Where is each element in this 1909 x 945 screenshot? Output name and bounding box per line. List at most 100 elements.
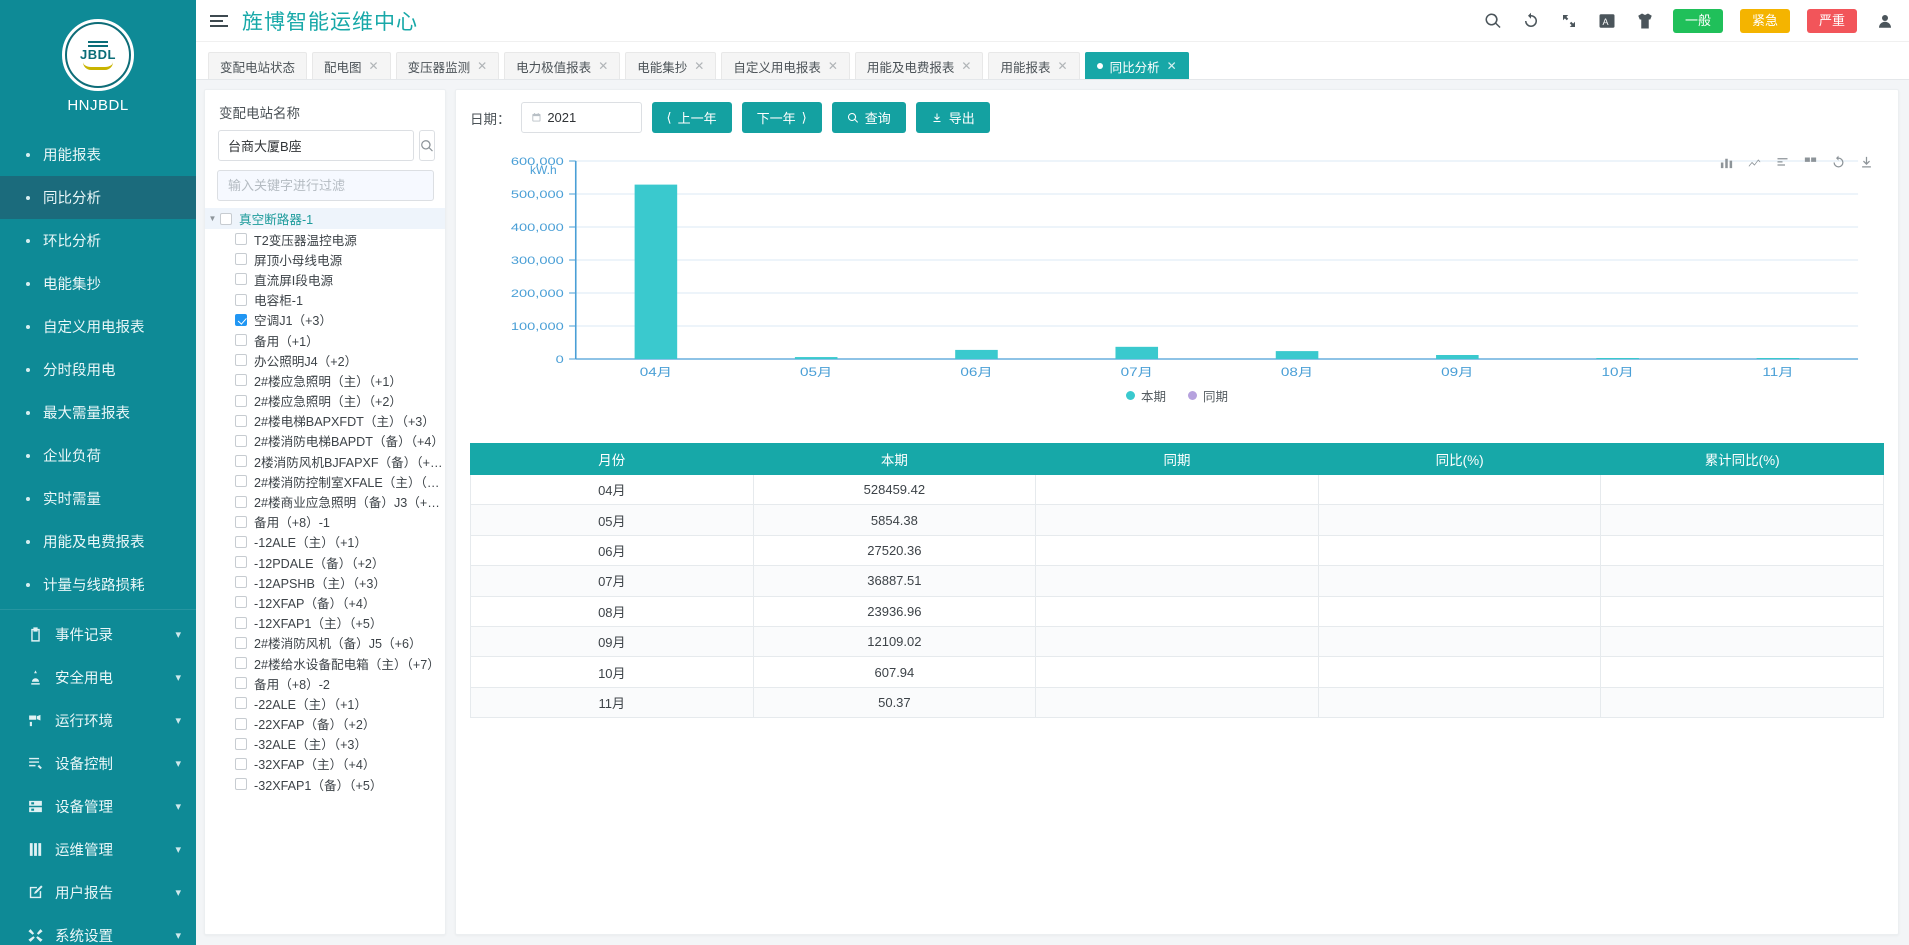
tree-node-8[interactable]: 2#楼应急照明（主）（+2）	[205, 391, 445, 411]
prev-year-button[interactable]: ⟨ 上一年	[652, 102, 732, 133]
close-icon[interactable]: ✕	[961, 59, 971, 73]
tree-list[interactable]: ▼真空断路器-1T2变压器温控电源屏顶小母线电源直流屏I段电源电容柜-1空调J1…	[205, 208, 445, 934]
tree-checkbox[interactable]	[235, 415, 247, 427]
tree-node-26[interactable]: -32XFAP（主）（+4）	[205, 754, 445, 774]
tab-8[interactable]: 同比分析✕	[1085, 52, 1189, 79]
bar[interactable]	[955, 350, 998, 359]
tree-checkbox[interactable]	[235, 637, 247, 649]
caret-down-icon[interactable]: ▼	[205, 214, 220, 223]
tab-2[interactable]: 变压器监测✕	[396, 52, 500, 79]
tree-node-19[interactable]: -12XFAP1（主）（+5）	[205, 613, 445, 633]
sidebar-item-6[interactable]: 最大需量报表	[0, 391, 196, 434]
tab-4[interactable]: 电能集抄✕	[625, 52, 716, 79]
user-icon[interactable]	[1874, 10, 1895, 31]
download-icon[interactable]	[1859, 155, 1874, 170]
chart-legend[interactable]: 本期同期	[472, 386, 1882, 405]
bar[interactable]	[795, 357, 838, 359]
tree-node-24[interactable]: -22XFAP（备）（+2）	[205, 714, 445, 734]
line-chart-icon[interactable]	[1747, 155, 1762, 170]
tree-node-4[interactable]: 空调J1（+3）	[205, 310, 445, 330]
tree-checkbox[interactable]	[235, 758, 247, 770]
sidebar-item-7[interactable]: 企业负荷	[0, 434, 196, 477]
tree-checkbox[interactable]	[235, 778, 247, 790]
tab-bar[interactable]: 变配电站状态配电图✕变压器监测✕电力极值报表✕电能集抄✕自定义用电报表✕用能及电…	[196, 42, 1909, 80]
tree-node-6[interactable]: 办公照明J4（+2）	[205, 350, 445, 370]
sidebar-item-17[interactable]: 用户报告▾	[0, 871, 196, 914]
close-icon[interactable]: ✕	[1167, 59, 1177, 73]
sidebar-item-12[interactable]: 安全用电▾	[0, 656, 196, 699]
tab-5[interactable]: 自定义用电报表✕	[721, 52, 850, 79]
tree-checkbox[interactable]	[235, 536, 247, 548]
tree-node-21[interactable]: 2#楼给水设备配电箱（主）（+7）	[205, 653, 445, 673]
sidebar-menu[interactable]: 用能报表同比分析环比分析电能集抄自定义用电报表分时段用电最大需量报表企业负荷实时…	[0, 133, 196, 945]
theme-icon[interactable]	[1635, 10, 1656, 31]
sidebar-item-15[interactable]: 设备管理▾	[0, 785, 196, 828]
sidebar-item-3[interactable]: 电能集抄	[0, 262, 196, 305]
tree-checkbox[interactable]	[235, 334, 247, 346]
tree-node-3[interactable]: 电容柜-1	[205, 290, 445, 310]
tree-node-20[interactable]: 2#楼消防风机（备）J5（+6）	[205, 633, 445, 653]
tree-checkbox[interactable]	[235, 273, 247, 285]
tree-checkbox[interactable]	[235, 253, 247, 265]
sidebar-item-4[interactable]: 自定义用电报表	[0, 305, 196, 348]
tree-node-17[interactable]: -12APSHB（主）（+3）	[205, 572, 445, 592]
tree-checkbox[interactable]	[235, 374, 247, 386]
translate-icon[interactable]: A	[1597, 10, 1618, 31]
sidebar-item-1[interactable]: 同比分析	[0, 176, 196, 219]
tree-node-1[interactable]: 屏顶小母线电源	[205, 249, 445, 269]
tree-checkbox[interactable]	[235, 475, 247, 487]
stack-icon[interactable]	[1775, 155, 1790, 170]
tree-checkbox[interactable]	[235, 556, 247, 568]
tree-node-13[interactable]: 2#楼商业应急照明（备）J3（+7）	[205, 491, 445, 511]
refresh-icon[interactable]	[1521, 10, 1542, 31]
sidebar-item-11[interactable]: 事件记录▾	[0, 613, 196, 656]
close-icon[interactable]: ✕	[369, 59, 379, 73]
sidebar-item-5[interactable]: 分时段用电	[0, 348, 196, 391]
tab-6[interactable]: 用能及电费报表✕	[855, 52, 984, 79]
tree-node-15[interactable]: -12ALE（主）（+1）	[205, 532, 445, 552]
close-icon[interactable]: ✕	[598, 59, 608, 73]
bar[interactable]	[1436, 355, 1479, 359]
tree-node-0[interactable]: T2变压器温控电源	[205, 229, 445, 249]
tiled-icon[interactable]	[1803, 155, 1818, 170]
tree-checkbox[interactable]	[235, 697, 247, 709]
sidebar-item-9[interactable]: 用能及电费报表	[0, 520, 196, 563]
tree-root-node[interactable]: ▼真空断路器-1	[205, 208, 445, 229]
tab-7[interactable]: 用能报表✕	[988, 52, 1079, 79]
chart-toolbox[interactable]	[1719, 155, 1874, 170]
date-input[interactable]	[547, 110, 631, 125]
tree-checkbox[interactable]	[235, 314, 247, 326]
tree-filter-input[interactable]	[217, 170, 434, 201]
close-icon[interactable]: ✕	[477, 59, 487, 73]
tree-checkbox[interactable]	[235, 657, 247, 669]
sidebar-item-16[interactable]: 运维管理▾	[0, 828, 196, 871]
tree-checkbox[interactable]	[235, 576, 247, 588]
tree-node-7[interactable]: 2#楼应急照明（主）（+1）	[205, 370, 445, 390]
tree-checkbox[interactable]	[235, 395, 247, 407]
bar[interactable]	[1115, 347, 1158, 359]
close-icon[interactable]: ✕	[1058, 59, 1068, 73]
tree-checkbox[interactable]	[235, 496, 247, 508]
tree-checkbox[interactable]	[235, 596, 247, 608]
bar[interactable]	[1276, 351, 1319, 359]
tree-checkbox[interactable]	[235, 677, 247, 689]
sidebar-item-8[interactable]: 实时需量	[0, 477, 196, 520]
station-search-button[interactable]	[419, 130, 435, 161]
query-button[interactable]: 查询	[832, 102, 906, 133]
legend-item-1[interactable]: 同期	[1188, 386, 1228, 405]
tree-node-16[interactable]: -12PDALE（备）（+2）	[205, 552, 445, 572]
station-input[interactable]	[218, 130, 414, 161]
tree-node-18[interactable]: -12XFAP（备）（+4）	[205, 592, 445, 612]
tree-node-27[interactable]: -32XFAP1（备）（+5）	[205, 774, 445, 794]
alarm-pill-severe[interactable]: 严重	[1807, 9, 1857, 33]
bar-chart-icon[interactable]	[1719, 155, 1734, 170]
tree-node-11[interactable]: 2楼消防风机BJFAPXF（备）（+5）	[205, 451, 445, 471]
tab-1[interactable]: 配电图✕	[312, 52, 391, 79]
tree-checkbox[interactable]	[235, 718, 247, 730]
sidebar-item-0[interactable]: 用能报表	[0, 133, 196, 176]
bar[interactable]	[1757, 358, 1800, 359]
tree-node-2[interactable]: 直流屏I段电源	[205, 269, 445, 289]
search-icon[interactable]	[1483, 10, 1504, 31]
tree-checkbox[interactable]	[235, 617, 247, 629]
tab-3[interactable]: 电力极值报表✕	[504, 52, 620, 79]
